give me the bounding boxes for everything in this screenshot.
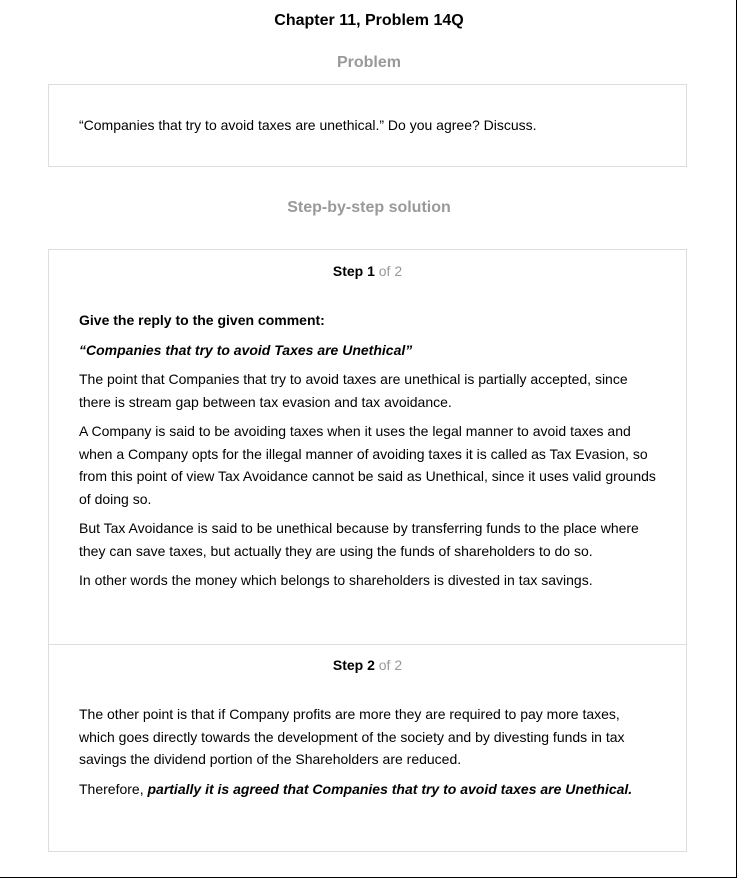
step-2-title: Step 2 of 2 [49,657,686,673]
problem-box: “Companies that try to avoid taxes are u… [48,84,687,167]
step-divider [49,644,686,645]
step-1-title: Step 1 of 2 [49,263,686,279]
solution-heading: Step-by-step solution [287,199,451,216]
step-1-heading: Give the reply to the given comment: [79,312,325,328]
step-1-paragraph: In other words the money which belongs t… [79,572,593,588]
step-1-count: of 2 [378,263,403,279]
step-1-quote: “Companies that try to avoid Taxes are U… [79,341,413,358]
step-2-label: Step 2 [332,657,375,673]
step-1-label: Step 1 [332,263,375,279]
step-1-paragraph: The point that Companies that try to avo… [79,371,628,410]
step-1-body: Give the reply to the given comment: “Co… [79,309,659,599]
step-2-body: The other point is that if Company profi… [79,703,659,807]
steps-box: Step 1 of 2 Give the reply to the given … [48,249,687,852]
conclusion-prefix: Therefore, [79,780,148,797]
problem-heading: Problem [336,54,401,71]
conclusion-emphasis: partially it is agreed that Companies th… [147,780,633,797]
step-2-conclusion: Therefore, partially it is agreed that C… [79,778,659,801]
problem-text: “Companies that try to avoid taxes are u… [79,117,537,133]
step-1-paragraph: A Company is said to be avoiding taxes w… [79,423,656,507]
step-2-paragraph: The other point is that if Company profi… [79,706,625,767]
step-1-paragraph: But Tax Avoidance is said to be unethica… [79,520,639,559]
chapter-title: Chapter 11, Problem 14Q [274,12,464,29]
step-2-count: of 2 [378,657,403,673]
